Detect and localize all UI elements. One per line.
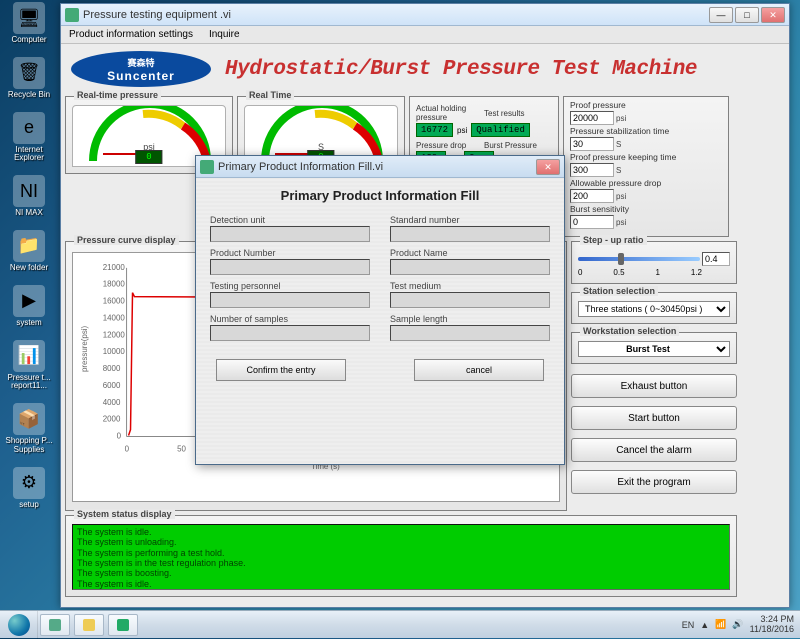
workstation-select[interactable]: Burst Test	[578, 341, 730, 357]
menu-inquire[interactable]: Inquire	[205, 28, 244, 41]
taskbar: EN ▲ 📶 🔊 3:24 PM11/18/2016	[0, 610, 800, 638]
svg-text:16000: 16000	[103, 297, 126, 306]
sample-length-input[interactable]	[390, 325, 550, 341]
exhaust-button[interactable]: Exhaust button	[571, 374, 737, 398]
svg-text:18000: 18000	[103, 280, 126, 289]
samples-input[interactable]	[210, 325, 370, 341]
testing-personnel-input[interactable]	[210, 292, 370, 308]
desktop-icon-report[interactable]: 📊Pressure t... report11...	[4, 340, 54, 392]
window-title: Pressure testing equipment .vi	[83, 9, 709, 21]
excel-icon	[117, 619, 129, 631]
svg-text:8000: 8000	[103, 364, 121, 373]
menu-product-info[interactable]: Product information settings	[65, 28, 197, 41]
taskbar-item-ie[interactable]	[40, 614, 70, 636]
station-select[interactable]: Three stations ( 0~30450psi )	[578, 301, 730, 317]
maximize-button[interactable]: □	[735, 7, 759, 23]
desktop-icon-recycle[interactable]: 🗑Recycle Bin	[4, 57, 54, 100]
desktop-icon-ie[interactable]: eInternet Explorer	[4, 112, 54, 164]
stabilization-time-input[interactable]	[570, 137, 614, 151]
svg-text:0: 0	[125, 444, 130, 453]
svg-text:14000: 14000	[103, 313, 126, 322]
start-button[interactable]	[0, 611, 38, 639]
keeping-time-input[interactable]	[570, 163, 614, 177]
tray-sound-icon[interactable]: 🔊	[732, 619, 743, 630]
dialog-title: Primary Product Information Fill	[210, 188, 550, 203]
taskbar-item-explorer[interactable]	[74, 614, 104, 636]
minimize-button[interactable]: —	[709, 7, 733, 23]
taskbar-item-excel[interactable]	[108, 614, 138, 636]
panel-workstation-selection: Workstation selection Burst Test	[571, 332, 737, 364]
dialog-titlebar[interactable]: Primary Product Information Fill.vi ✕	[196, 156, 564, 178]
app-icon	[65, 8, 79, 22]
test-medium-input[interactable]	[390, 292, 550, 308]
system-status-log: The system is idle.The system is unloadi…	[72, 524, 730, 590]
folder-icon	[83, 619, 95, 631]
standard-number-input[interactable]	[390, 226, 550, 242]
svg-text:pressure(psi): pressure(psi)	[80, 325, 89, 372]
svg-text:0: 0	[117, 431, 122, 440]
page-title: Hydrostatic/Burst Pressure Test Machine	[225, 58, 697, 81]
exit-button[interactable]: Exit the program	[571, 470, 737, 494]
desktop-icons: 🖥Computer 🗑Recycle Bin eInternet Explore…	[4, 2, 54, 510]
dialog-icon	[200, 160, 214, 174]
dialog-close-button[interactable]: ✕	[536, 159, 560, 175]
proof-pressure-input[interactable]	[570, 111, 614, 125]
tray-network-icon[interactable]: 📶	[715, 619, 726, 630]
svg-text:50: 50	[177, 444, 186, 453]
svg-text:2000: 2000	[103, 415, 121, 424]
panel-system-status: System status display The system is idle…	[65, 515, 737, 597]
system-tray: EN ▲ 📶 🔊 3:24 PM11/18/2016	[676, 615, 800, 635]
desktop-icon-folder[interactable]: 📁New folder	[4, 230, 54, 273]
right-controls: Step - up ratio 00.511.2 Station selecti…	[571, 241, 737, 515]
panel-params: Proof pressure psi Pressure stabilizatio…	[563, 96, 729, 237]
desktop-icon-computer[interactable]: 🖥Computer	[4, 2, 54, 45]
product-number-input[interactable]	[210, 259, 370, 275]
language-indicator[interactable]: EN	[682, 620, 695, 630]
allowable-drop-input[interactable]	[570, 189, 614, 203]
holding-pressure: 16772	[416, 123, 453, 137]
svg-text:21000: 21000	[103, 263, 126, 272]
dialog-window-title: Primary Product Information Fill.vi	[218, 161, 536, 173]
detection-unit-input[interactable]	[210, 226, 370, 242]
desktop-icon-nimax[interactable]: NINI MAX	[4, 175, 54, 218]
ie-icon	[49, 619, 61, 631]
step-ratio-slider[interactable]	[578, 257, 700, 261]
test-result: Qualified	[471, 123, 530, 137]
desktop-icon-setup[interactable]: ⚙setup	[4, 467, 54, 510]
svg-text:12000: 12000	[103, 330, 126, 339]
logo: 赛森特 Suncenter	[71, 51, 211, 87]
menubar: Product information settings Inquire	[61, 26, 789, 44]
close-button[interactable]: ✕	[761, 7, 785, 23]
svg-text:4000: 4000	[103, 398, 121, 407]
clock[interactable]: 3:24 PM11/18/2016	[750, 615, 794, 635]
sensitivity-input[interactable]	[570, 215, 614, 229]
pressure-value: 0	[135, 150, 162, 164]
panel-station-selection: Station selection Three stations ( 0~304…	[571, 292, 737, 324]
start-button[interactable]: Start button	[571, 406, 737, 430]
svg-text:6000: 6000	[103, 381, 121, 390]
step-ratio-input[interactable]	[702, 252, 730, 266]
desktop-icon-system[interactable]: ▶system	[4, 285, 54, 328]
tray-flag-icon[interactable]: ▲	[700, 620, 709, 630]
windows-orb-icon	[8, 614, 30, 636]
product-info-dialog: Primary Product Information Fill.vi ✕ Pr…	[195, 155, 565, 465]
cancel-alarm-button[interactable]: Cancel the alarm	[571, 438, 737, 462]
product-name-input[interactable]	[390, 259, 550, 275]
main-titlebar[interactable]: Pressure testing equipment .vi — □ ✕	[61, 4, 789, 26]
desktop-icon-shopping[interactable]: 📦Shopping P... Supplies	[4, 403, 54, 455]
panel-step-ratio: Step - up ratio 00.511.2	[571, 241, 737, 284]
confirm-button[interactable]: Confirm the entry	[216, 359, 346, 381]
svg-text:10000: 10000	[103, 347, 126, 356]
cancel-button[interactable]: cancel	[414, 359, 544, 381]
